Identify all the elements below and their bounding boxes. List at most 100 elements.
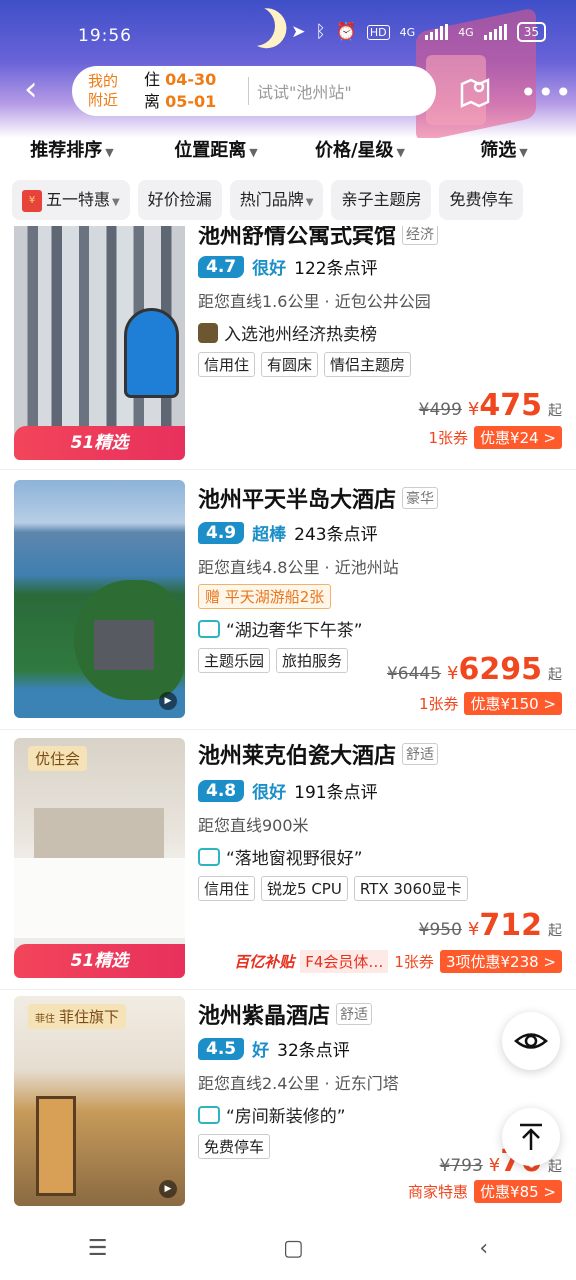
chip: 有圆床 xyxy=(261,352,319,377)
status-icons: ➤ ᛒ ⏰ HD 4G 4G 35 xyxy=(291,22,546,42)
caret-down-icon: ▼ xyxy=(105,146,114,159)
back-icon[interactable]: ‹ xyxy=(479,1236,488,1261)
caret-down-icon: ▼ xyxy=(305,197,314,208)
system-nav-bar: ☰ ▢ ‹ xyxy=(0,1216,576,1280)
hotel-card[interactable]: 菲住 菲住旗下 ▶ 池州紫晶酒店 舒适 4.5 好 32条点评 距您直线2.4公里 … xyxy=(0,996,576,1216)
hotel-name[interactable]: 池州紫晶酒店 舒适 xyxy=(198,998,373,1030)
hotel-name[interactable]: 池州平天半岛大酒店 豪华 xyxy=(198,482,439,514)
hotel-name[interactable]: 池州莱克伯瓷大酒店 舒适 xyxy=(198,738,439,770)
battery-icon: 35 xyxy=(516,22,546,42)
feature-chips: 信用住 有圆床 情侣主题房 xyxy=(198,352,412,377)
search-box[interactable]: 我的 附近 住 04-30 离 05-01 试试"池州站" xyxy=(72,66,436,116)
promo-row[interactable]: 1张券 优惠¥150 > xyxy=(419,692,562,715)
hotel-card[interactable]: 51精选 池州舒情公寓式宾馆 经济 4.7 很好 122条点评 距您直线1.6公里… xyxy=(0,226,576,470)
red-envelope-icon: ¥ xyxy=(22,189,42,212)
review-count: 243条点评 xyxy=(294,525,378,545)
subsidy-badge: 百亿补贴 xyxy=(234,953,295,971)
checkout-label: 离 xyxy=(144,92,161,111)
play-icon[interactable]: ▶ xyxy=(159,692,177,710)
sort-recommended[interactable]: 推荐排序 ▼ xyxy=(0,138,144,178)
play-icon[interactable]: ▶ xyxy=(159,1180,177,1198)
back-arrow-icon[interactable]: ‹ xyxy=(24,72,38,106)
promo-row[interactable]: 百亿补贴 F4会员体… 1张券 3项优惠¥238 > xyxy=(234,950,562,973)
rating-row: 4.8 很好 191条点评 xyxy=(198,778,378,803)
hotel-photo[interactable]: ▶ xyxy=(14,480,185,718)
chip: 锐龙5 CPU xyxy=(261,876,348,901)
rating-text: 很好 xyxy=(252,783,287,803)
comment-icon xyxy=(198,1105,220,1124)
chip: 信用住 xyxy=(198,876,256,901)
home-icon[interactable]: ▢ xyxy=(283,1236,304,1261)
landmark: 近东门塔 xyxy=(334,1074,399,1093)
discount-badge: 3项优惠¥238 > xyxy=(439,950,562,973)
review-quote[interactable]: “落地窗视野很好” xyxy=(198,844,363,869)
more-icon[interactable]: ••• xyxy=(520,76,573,109)
sort-distance[interactable]: 位置距离 ▼ xyxy=(144,138,288,178)
hotel-photo[interactable]: 51精选 xyxy=(14,226,185,460)
chip: 主题乐园 xyxy=(198,648,271,673)
eye-icon xyxy=(514,1033,548,1049)
original-price: ¥950 xyxy=(418,920,462,940)
network-label: 4G xyxy=(458,25,474,39)
coupon-count: 1张券 xyxy=(418,695,459,713)
quick-tags: ¥ 五一特惠 ▼ 好价捡漏 热门品牌 ▼ 亲子主题房 免费停车 xyxy=(0,180,576,224)
discount-badge: 优惠¥150 > xyxy=(464,692,562,715)
chip: 旅拍服务 xyxy=(276,648,349,673)
promo-row[interactable]: 商家特惠 优惠¥85 > xyxy=(408,1180,562,1203)
date-selector[interactable]: 住 04-30 离 05-01 xyxy=(144,69,240,113)
tag-bargain[interactable]: 好价捡漏 xyxy=(137,180,222,220)
review-quote[interactable]: “湖边奢华下午茶” xyxy=(198,616,363,641)
review-quote[interactable]: “房间新装修的” xyxy=(198,1102,346,1127)
hotel-level: 舒适 xyxy=(336,1003,373,1025)
hotel-level: 舒适 xyxy=(402,743,439,765)
tag-may-day-deal[interactable]: ¥ 五一特惠 ▼ xyxy=(12,180,130,220)
price: ¥950 ¥712 起 xyxy=(418,908,562,943)
sort-filter[interactable]: 筛选 ▼ xyxy=(432,138,576,178)
hotel-level: 豪华 xyxy=(402,487,439,509)
status-time: 19:56 xyxy=(78,26,132,46)
hotel-card[interactable]: ▶ 池州平天半岛大酒店 豪华 4.9 超棒 243条点评 距您直线4.8公里 · … xyxy=(0,480,576,730)
search-placeholder[interactable]: 试试"池州站" xyxy=(257,79,352,103)
feature-chips: 主题乐园 旅拍服务 xyxy=(198,648,349,673)
discount-badge: 优惠¥24 > xyxy=(474,426,562,449)
location-label: 附近 xyxy=(88,91,119,109)
coupon-count: 1张券 xyxy=(428,429,469,447)
original-price: ¥793 xyxy=(439,1156,483,1176)
hd-icon: HD xyxy=(366,24,390,40)
caret-down-icon: ▼ xyxy=(519,146,528,159)
checkout-date: 05-01 xyxy=(165,92,217,111)
landmark: 近池州站 xyxy=(334,558,399,577)
rating-row: 4.7 很好 122条点评 xyxy=(198,254,378,279)
hotel-list: 51精选 池州舒情公寓式宾馆 经济 4.7 很好 122条点评 距您直线1.6公里… xyxy=(0,226,576,1216)
checkin-label: 住 xyxy=(144,70,161,89)
feizhu-label: 菲住 菲住旗下 xyxy=(28,1004,127,1029)
tag-free-parking[interactable]: 免费停车 xyxy=(439,180,524,220)
sort-price-star[interactable]: 价格/星级 ▼ xyxy=(288,138,432,178)
gift-row: 赠 平天湖游船2张 xyxy=(198,584,332,609)
header: 19:56 ➤ ᛒ ⏰ HD 4G 4G 35 ‹ 我的 附近 住 04-30 … xyxy=(0,0,576,138)
eye-button[interactable] xyxy=(502,1012,560,1070)
current-price: 475 xyxy=(479,388,542,423)
promo-row[interactable]: 1张券 优惠¥24 > xyxy=(428,426,562,449)
hotel-photo[interactable]: 菲住 菲住旗下 ▶ xyxy=(14,996,185,1206)
rating-score: 4.8 xyxy=(198,779,245,802)
coupon-count: 1张券 xyxy=(394,953,434,971)
scroll-top-button[interactable] xyxy=(502,1108,560,1166)
rating-score: 4.7 xyxy=(198,255,245,278)
may-day-badge: 51精选 xyxy=(14,426,185,460)
tag-hot-brand[interactable]: 热门品牌 ▼ xyxy=(229,180,324,220)
caret-down-icon: ▼ xyxy=(249,146,258,159)
landmark: 近包公井公园 xyxy=(334,292,431,311)
menu-icon[interactable]: ☰ xyxy=(88,1236,108,1261)
chip: RTX 3060显卡 xyxy=(353,876,468,901)
map-icon[interactable] xyxy=(458,74,492,108)
price: ¥6445 ¥6295 起 xyxy=(386,652,562,687)
hotel-card[interactable]: 优住会 51精选 池州莱克伯瓷大酒店 舒适 4.8 很好 191条点评 距您直线9… xyxy=(0,738,576,990)
location-selector[interactable]: 我的 附近 xyxy=(88,72,144,110)
tag-family-room[interactable]: 亲子主题房 xyxy=(331,180,432,220)
location-label: 我的 xyxy=(88,72,119,90)
distance: 距您直线1.6公里 · 近包公井公园 xyxy=(198,292,431,311)
hotel-name[interactable]: 池州舒情公寓式宾馆 经济 xyxy=(198,226,439,250)
hotel-photo[interactable]: 优住会 51精选 xyxy=(14,738,185,978)
ranking-feature[interactable]: 入选池州经济热卖榜 xyxy=(198,320,377,345)
